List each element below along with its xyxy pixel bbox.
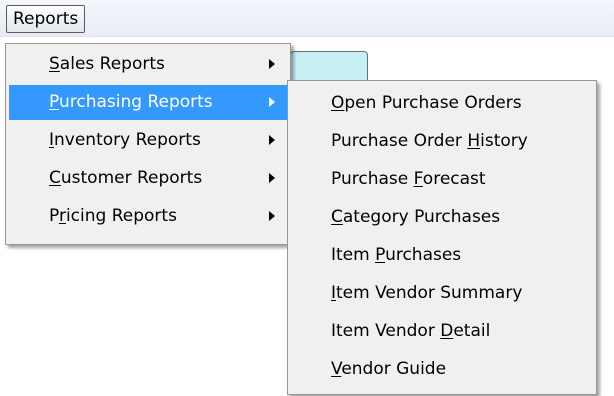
submenu-arrow-icon (269, 173, 275, 183)
submenu-arrow-icon (269, 59, 275, 69)
menu-item-label: Item Purchases (331, 245, 462, 265)
menu-item-purchase-forecast[interactable]: Purchase Forecast (291, 162, 593, 197)
menu-item-label: Sales Reports (49, 54, 165, 74)
menu-item-label: Item Vendor Detail (331, 321, 491, 341)
submenu-arrow-icon (269, 211, 275, 221)
menu-item-inventory-reports[interactable]: Inventory Reports (9, 123, 287, 158)
menu-item-item-vendor-detail[interactable]: Item Vendor Detail (291, 314, 593, 349)
menu-item-label: Inventory Reports (49, 130, 201, 150)
menu-item-label: Vendor Guide (331, 359, 447, 379)
menu-item-label: Item Vendor Summary (331, 283, 523, 303)
menu-bar: Reports (0, 0, 614, 37)
submenu-arrow-icon (269, 97, 275, 107)
menu-item-item-purchases[interactable]: Item Purchases (291, 238, 593, 273)
menu-item-label: Customer Reports (49, 168, 203, 188)
menu-item-label: Category Purchases (331, 207, 501, 227)
menu-item-customer-reports[interactable]: Customer Reports (9, 161, 287, 196)
menu-item-category-purchases[interactable]: Category Purchases (291, 200, 593, 235)
menu-item-purchase-order-history[interactable]: Purchase Order History (291, 124, 593, 159)
menu-item-vendor-guide[interactable]: Vendor Guide (291, 352, 593, 387)
purchasing-reports-submenu: Open Purchase Orders Purchase Order Hist… (287, 80, 597, 395)
menu-item-label: Pricing Reports (49, 206, 177, 226)
reports-dropdown-menu: Sales Reports Purchasing Reports Invento… (5, 43, 291, 245)
menu-item-sales-reports[interactable]: Sales Reports (9, 47, 287, 82)
menu-item-label: Purchasing Reports (49, 92, 213, 112)
menu-item-label: Purchase Forecast (331, 169, 486, 189)
menu-item-purchasing-reports[interactable]: Purchasing Reports (9, 85, 287, 120)
menu-item-label: Purchase Order History (331, 131, 528, 151)
menu-item-label: Open Purchase Orders (331, 93, 522, 113)
menu-reports[interactable]: Reports (6, 5, 86, 33)
menu-item-item-vendor-summary[interactable]: Item Vendor Summary (291, 276, 593, 311)
menu-item-open-purchase-orders[interactable]: Open Purchase Orders (291, 86, 593, 121)
submenu-arrow-icon (269, 135, 275, 145)
menu-item-pricing-reports[interactable]: Pricing Reports (9, 199, 287, 234)
